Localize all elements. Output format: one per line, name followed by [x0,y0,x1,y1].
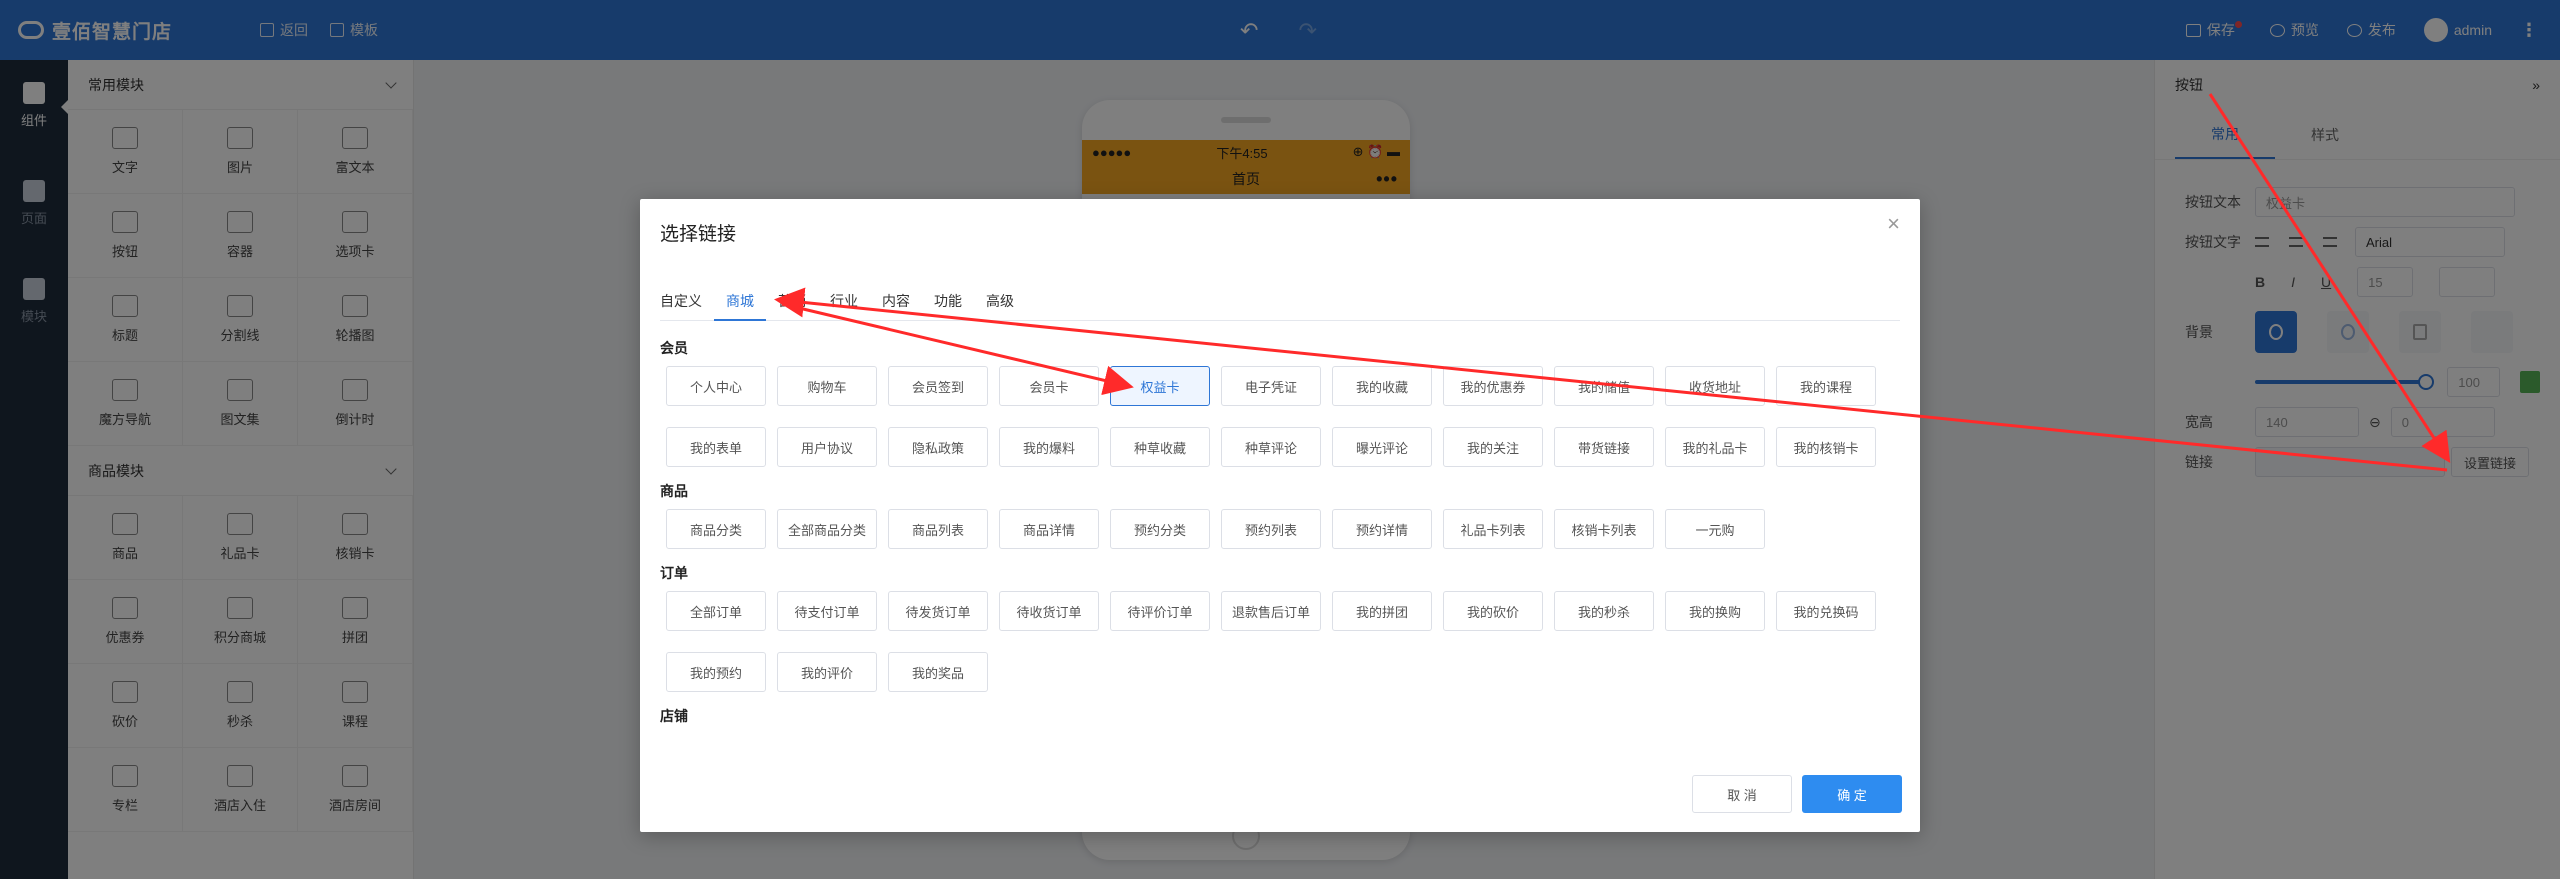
tab-custom[interactable]: 自定义 [660,289,714,321]
link-option[interactable]: 个人中心 [666,366,766,406]
order-links-row-1: 全部订单 待支付订单 待发货订单 待收货订单 待评价订单 退款售后订单 我的拼团… [666,591,1876,631]
link-option[interactable]: 我的预约 [666,652,766,692]
link-option[interactable]: 我的拼团 [1332,591,1432,631]
link-option[interactable]: 会员签到 [888,366,988,406]
link-option[interactable]: 我的优惠券 [1443,366,1543,406]
tab-marketing[interactable]: 营销 [766,289,818,321]
link-option[interactable]: 预约分类 [1110,509,1210,549]
link-option[interactable]: 带货链接 [1554,427,1654,467]
link-option[interactable]: 种草收藏 [1110,427,1210,467]
link-option[interactable]: 预约列表 [1221,509,1321,549]
link-option[interactable]: 礼品卡列表 [1443,509,1543,549]
link-type-tabs: 自定义 商城 营销 行业 内容 功能 高级 [660,289,1900,321]
link-option[interactable]: 一元购 [1665,509,1765,549]
cancel-button[interactable]: 取 消 [1692,775,1792,813]
order-links-row-2: 我的预约 我的评价 我的奖品 [666,652,988,692]
link-option[interactable]: 我的课程 [1776,366,1876,406]
tab-content[interactable]: 内容 [870,289,922,321]
tab-industry[interactable]: 行业 [818,289,870,321]
link-option[interactable]: 我的储值 [1554,366,1654,406]
link-option[interactable]: 用户协议 [777,427,877,467]
goods-links-row: 商品分类 全部商品分类 商品列表 商品详情 预约分类 预约列表 预约详情 礼品卡… [666,509,1765,549]
link-option[interactable]: 商品列表 [888,509,988,549]
section-title-orders: 订单 [660,565,688,581]
member-links-row-2: 我的表单 用户协议 隐私政策 我的爆料 种草收藏 种草评论 曝光评论 我的关注 … [666,427,1876,467]
section-title-shop: 店铺 [660,708,688,724]
link-option[interactable]: 我的爆料 [999,427,1099,467]
link-option[interactable]: 种草评论 [1221,427,1321,467]
link-option[interactable]: 核销卡列表 [1554,509,1654,549]
close-icon[interactable]: × [1887,213,1900,235]
link-option[interactable]: 我的评价 [777,652,877,692]
link-option[interactable]: 预约详情 [1332,509,1432,549]
link-option[interactable]: 我的换购 [1665,591,1765,631]
link-option[interactable]: 我的表单 [666,427,766,467]
link-option[interactable]: 待收货订单 [999,591,1099,631]
link-option[interactable]: 购物车 [777,366,877,406]
link-option[interactable]: 我的秒杀 [1554,591,1654,631]
link-option[interactable]: 我的砍价 [1443,591,1543,631]
section-title-member: 会员 [660,340,688,356]
link-option[interactable]: 我的兑换码 [1776,591,1876,631]
link-option[interactable]: 退款售后订单 [1221,591,1321,631]
link-option[interactable]: 全部订单 [666,591,766,631]
link-option[interactable]: 待评价订单 [1110,591,1210,631]
tab-mall[interactable]: 商城 [714,289,766,321]
link-option[interactable]: 我的关注 [1443,427,1543,467]
link-option[interactable]: 我的收藏 [1332,366,1432,406]
link-option[interactable]: 待发货订单 [888,591,988,631]
link-option[interactable]: 我的核销卡 [1776,427,1876,467]
section-title-goods: 商品 [660,483,688,499]
tab-advanced[interactable]: 高级 [974,289,1026,321]
member-links-row-1: 个人中心 购物车 会员签到 会员卡 权益卡 电子凭证 我的收藏 我的优惠券 我的… [666,366,1876,406]
link-option[interactable]: 电子凭证 [1221,366,1321,406]
link-option[interactable]: 曝光评论 [1332,427,1432,467]
select-link-dialog: 选择链接 × 自定义 商城 营销 行业 内容 功能 高级 会员 个人中心 购物车… [640,199,1920,832]
link-option[interactable]: 商品分类 [666,509,766,549]
tab-function[interactable]: 功能 [922,289,974,321]
dialog-title: 选择链接 [660,224,737,245]
link-option[interactable]: 会员卡 [999,366,1099,406]
link-option[interactable]: 商品详情 [999,509,1099,549]
link-option[interactable]: 我的奖品 [888,652,988,692]
link-option[interactable]: 隐私政策 [888,427,988,467]
link-option[interactable]: 我的礼品卡 [1665,427,1765,467]
link-option[interactable]: 待支付订单 [777,591,877,631]
confirm-button[interactable]: 确 定 [1802,775,1902,813]
link-option-selected[interactable]: 权益卡 [1110,366,1210,406]
link-option[interactable]: 全部商品分类 [777,509,877,549]
link-option[interactable]: 收货地址 [1665,366,1765,406]
